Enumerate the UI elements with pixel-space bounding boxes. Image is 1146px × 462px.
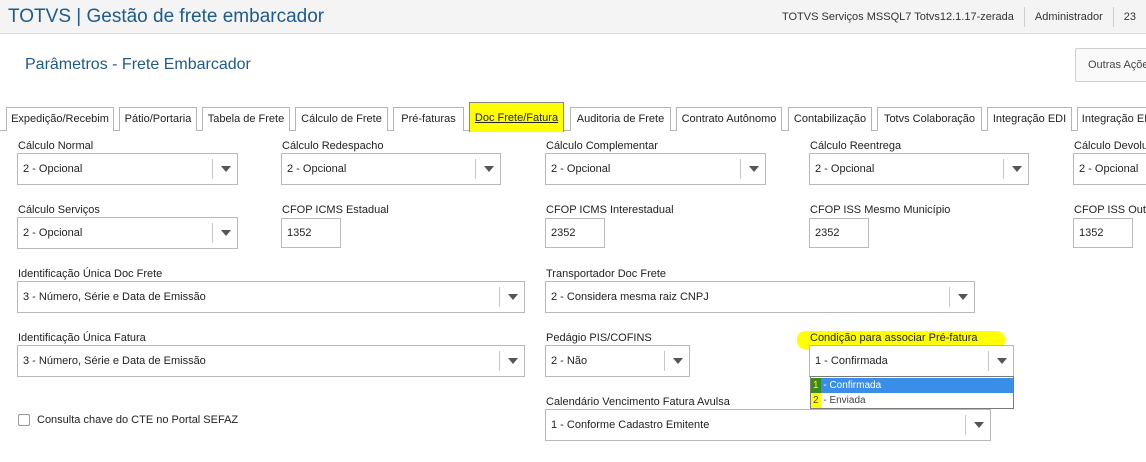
tab-contrato-autonomo[interactable]: Contrato Autônomo bbox=[676, 107, 782, 131]
chevron-down-icon[interactable] bbox=[988, 351, 1013, 371]
cfop-icms-interestadual-label: CFOP ICMS Interestadual bbox=[546, 204, 674, 216]
option-label: - Enviada bbox=[820, 395, 866, 406]
calc-reentrega-label: Cálculo Reentrega bbox=[810, 140, 902, 152]
tab-integracao-ei[interactable]: Integração EI bbox=[1077, 107, 1146, 131]
calc-redespacho-label: Cálculo Redespacho bbox=[282, 140, 384, 152]
cfop-icms-estadual-label: CFOP ICMS Estadual bbox=[282, 204, 389, 216]
calc-servicos-value: 2 - Opcional bbox=[23, 227, 83, 239]
cfop-iss-mesmo-municipio-label: CFOP ISS Mesmo Município bbox=[810, 204, 951, 216]
chevron-down-icon[interactable] bbox=[499, 351, 524, 371]
chevron-down-icon[interactable] bbox=[475, 159, 500, 179]
condicao-pre-fatura-label: Condição para associar Pré-fatura bbox=[810, 332, 978, 344]
cfop-icms-estadual-field[interactable]: 1352 bbox=[281, 218, 341, 248]
calc-devolucao-label: Cálculo Devolu bbox=[1074, 140, 1146, 152]
cfop-iss-outro-field[interactable]: 1352 bbox=[1073, 218, 1133, 248]
tab-totvs-colaboracao[interactable]: Totvs Colaboração bbox=[877, 107, 982, 131]
ident-unica-fatura-value: 3 - Número, Série e Data de Emissão bbox=[23, 355, 206, 367]
dropdown-option-confirmada[interactable]: 1 - Confirmada bbox=[811, 378, 1013, 393]
app-title: TOTVS | Gestão de frete embarcador bbox=[8, 6, 325, 27]
cfop-icms-interestadual-value: 2352 bbox=[551, 227, 576, 239]
calc-servicos-label: Cálculo Serviços bbox=[18, 204, 100, 216]
tab-integracao-edi[interactable]: Integração EDI bbox=[987, 107, 1072, 131]
chevron-down-icon[interactable] bbox=[212, 223, 237, 243]
cfop-iss-mesmo-municipio-value: 2352 bbox=[815, 227, 840, 239]
ident-unica-fatura-select[interactable]: 3 - Número, Série e Data de Emissão bbox=[17, 345, 525, 377]
chevron-down-icon[interactable] bbox=[212, 159, 237, 179]
calc-normal-value: 2 - Opcional bbox=[23, 163, 83, 175]
outras-acoes-button[interactable]: Outras Açõe bbox=[1075, 48, 1146, 82]
calc-normal-label: Cálculo Normal bbox=[18, 140, 94, 152]
page-title: Parâmetros - Frete Embarcador bbox=[25, 56, 251, 73]
tab-pre-faturas[interactable]: Pré-faturas bbox=[393, 107, 464, 131]
pedagio-pis-cofins-label: Pedágio PIS/COFINS bbox=[546, 332, 652, 344]
user-label[interactable]: Administrador bbox=[1023, 7, 1113, 27]
consulta-chave-cte-checkbox[interactable] bbox=[18, 414, 30, 426]
tab-auditoria-de-frete[interactable]: Auditoria de Frete bbox=[570, 107, 671, 131]
condicao-pre-fatura-dropdown: 1 - Confirmada 2 - Enviada bbox=[810, 376, 1014, 409]
calc-reentrega-select[interactable]: 2 - Opcional bbox=[809, 153, 1029, 185]
option-number: 2 bbox=[811, 393, 821, 408]
calc-devolucao-select[interactable]: 2 - Opcional bbox=[1073, 153, 1146, 185]
date-label: 23 bbox=[1112, 7, 1146, 27]
transportador-doc-frete-label: Transportador Doc Frete bbox=[546, 268, 667, 280]
ident-unica-doc-frete-value: 3 - Número, Série e Data de Emissão bbox=[23, 291, 206, 303]
tab-tabela-de-frete[interactable]: Tabela de Frete bbox=[202, 107, 290, 131]
page-header: Parâmetros - Frete Embarcador Outras Açõ… bbox=[5, 40, 1146, 95]
calc-reentrega-value: 2 - Opcional bbox=[815, 163, 875, 175]
consulta-chave-cte-label: Consulta chave do CTE no Portal SEFAZ bbox=[37, 414, 239, 426]
chevron-down-icon[interactable] bbox=[965, 415, 990, 435]
tab-doc-frete-fatura[interactable]: Doc Frete/Fatura bbox=[469, 102, 564, 132]
ident-unica-fatura-label: Identificação Única Fatura bbox=[18, 332, 146, 344]
calendario-vencimento-label: Calendário Vencimento Fatura Avulsa bbox=[546, 396, 730, 408]
calc-servicos-select[interactable]: 2 - Opcional bbox=[17, 217, 238, 249]
tab-bar: Expedição/Recebim Pátio/Portaria Tabela … bbox=[0, 100, 1146, 132]
chevron-down-icon[interactable] bbox=[949, 287, 974, 307]
ident-unica-doc-frete-select[interactable]: 3 - Número, Série e Data de Emissão bbox=[17, 281, 525, 313]
condicao-pre-fatura-select[interactable]: 1 - Confirmada bbox=[809, 345, 1014, 377]
calc-redespacho-value: 2 - Opcional bbox=[287, 163, 347, 175]
calc-complementar-select[interactable]: 2 - Opcional bbox=[545, 153, 766, 185]
calc-normal-select[interactable]: 2 - Opcional bbox=[17, 153, 238, 185]
chevron-down-icon[interactable] bbox=[1003, 159, 1028, 179]
dropdown-option-enviada[interactable]: 2 - Enviada bbox=[811, 393, 1013, 408]
tab-patio-portaria[interactable]: Pátio/Portaria bbox=[119, 107, 197, 131]
chevron-down-icon[interactable] bbox=[664, 351, 689, 371]
cfop-iss-mesmo-municipio-field[interactable]: 2352 bbox=[809, 218, 869, 248]
calc-complementar-value: 2 - Opcional bbox=[551, 163, 611, 175]
condicao-pre-fatura-value: 1 - Confirmada bbox=[815, 355, 888, 367]
cfop-iss-outro-label: CFOP ISS Outro bbox=[1074, 204, 1146, 216]
tab-contabilizacao[interactable]: Contabilização bbox=[788, 107, 872, 131]
chevron-down-icon[interactable] bbox=[740, 159, 765, 179]
ident-unica-doc-frete-label: Identificação Única Doc Frete bbox=[18, 268, 163, 280]
calendario-vencimento-value: 1 - Conforme Cadastro Emitente bbox=[551, 419, 710, 431]
calc-redespacho-select[interactable]: 2 - Opcional bbox=[281, 153, 501, 185]
option-number: 1 bbox=[811, 378, 821, 393]
top-bar-info: TOTVS Serviços MSSQL7 Totvs12.1.17-zerad… bbox=[772, 0, 1146, 34]
calc-complementar-label: Cálculo Complementar bbox=[546, 140, 658, 152]
environment-label: TOTVS Serviços MSSQL7 Totvs12.1.17-zerad… bbox=[781, 11, 1014, 23]
top-bar: TOTVS | Gestão de frete embarcador TOTVS… bbox=[0, 0, 1146, 34]
cfop-icms-estadual-value: 1352 bbox=[287, 227, 312, 239]
cfop-iss-outro-value: 1352 bbox=[1079, 227, 1104, 239]
option-label: - Confirmada bbox=[820, 380, 882, 391]
calendario-vencimento-select[interactable]: 1 - Conforme Cadastro Emitente bbox=[545, 409, 991, 441]
transportador-doc-frete-select[interactable]: 2 - Considera mesma raiz CNPJ bbox=[545, 281, 975, 313]
calc-devolucao-value: 2 - Opcional bbox=[1079, 163, 1139, 175]
pedagio-pis-cofins-select[interactable]: 2 - Não bbox=[545, 345, 690, 377]
pedagio-pis-cofins-value: 2 - Não bbox=[551, 355, 588, 367]
tab-expedicao-recebim[interactable]: Expedição/Recebim bbox=[6, 107, 114, 131]
transportador-doc-frete-value: 2 - Considera mesma raiz CNPJ bbox=[551, 291, 709, 303]
chevron-down-icon[interactable] bbox=[499, 287, 524, 307]
tab-calculo-de-frete[interactable]: Cálculo de Frete bbox=[295, 107, 388, 131]
cfop-icms-interestadual-field[interactable]: 2352 bbox=[545, 218, 605, 248]
